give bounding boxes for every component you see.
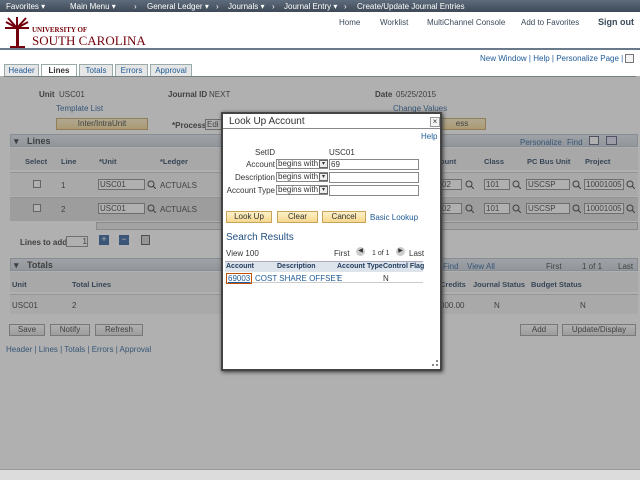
previous-page-icon[interactable]: ◀ [356,247,365,256]
home-link[interactable]: Home [339,18,360,27]
dialog-title-divider [223,128,440,129]
setid-label: SetID [254,148,275,157]
look-up-button[interactable]: Look Up [226,211,272,223]
new-window-link[interactable]: New Window [480,54,527,63]
col-description: Description [277,263,316,270]
result-account-link[interactable]: 69003 [226,273,253,284]
expand-icon[interactable] [625,54,634,63]
breadcrumb-separator: › [134,2,137,11]
tab-lines[interactable]: Lines [41,64,77,76]
favorites-menu[interactable]: Favorites ▾ [6,2,45,11]
account-search-input[interactable]: 69 [329,159,419,170]
general-ledger-menu[interactable]: General Ledger ▾ [147,2,209,11]
worklist-link[interactable]: Worklist [380,18,408,27]
result-account-type-link[interactable]: E [337,274,342,283]
tab-approval[interactable]: Approval [150,64,192,76]
col-control-flag: Control Flag [383,263,425,270]
account-type-label: Account Type [226,186,275,195]
basic-lookup-link[interactable]: Basic Lookup [370,213,418,222]
top-navigation-bar: Favorites ▾ Main Menu ▾ › General Ledger… [0,0,640,12]
account-label: Account [246,160,275,169]
account-type-search-input[interactable] [329,185,419,196]
journals-menu[interactable]: Journals ▾ [228,2,264,11]
breadcrumb-separator: › [344,2,347,11]
look-up-account-dialog: Look Up Account × Help SetID USC01 Accou… [221,112,442,371]
chevron-down-icon[interactable]: ▾ [319,173,328,181]
status-scrollbar[interactable] [0,469,640,480]
col-account: Account [226,263,254,270]
south-carolina-text: SOUTH CAROLINA [32,33,146,48]
header-divider [0,48,640,50]
help-link[interactable]: Help [533,54,549,63]
cancel-button[interactable]: Cancel [322,211,366,223]
personalize-page-link[interactable]: Personalize Page [556,54,619,63]
results-pager: 1 of 1 [372,250,390,257]
chevron-down-icon[interactable]: ▾ [319,160,328,168]
search-results-heading: Search Results [226,232,294,243]
main-menu[interactable]: Main Menu ▾ [70,2,116,11]
col-account-type: Account Type [337,263,383,270]
results-first-label: First [334,249,350,258]
tab-header[interactable]: Header [4,64,39,76]
sign-out-link[interactable]: Sign out [598,17,634,27]
tab-errors[interactable]: Errors [115,64,148,76]
close-icon[interactable]: × [430,117,440,127]
journal-entry-menu[interactable]: Journal Entry ▾ [284,2,337,11]
results-last-label: Last [409,249,425,258]
dialog-title: Look Up Account [229,116,305,127]
page-utility-links: New Window | Help | Personalize Page | [480,54,623,63]
add-to-favorites-link[interactable]: Add to Favorites [521,18,579,27]
view-100-link[interactable]: View 100 [226,249,259,258]
help-link[interactable]: Help [421,132,437,141]
link-separator: | [618,54,624,63]
multichannel-console-link[interactable]: MultiChannel Console [427,18,505,27]
tab-totals[interactable]: Totals [79,64,113,76]
palmetto-tree-icon [5,17,29,49]
breadcrumb-separator: › [216,2,219,11]
description-search-input[interactable] [329,172,419,183]
breadcrumb-separator: › [272,2,275,11]
resize-handle-icon[interactable] [432,360,438,366]
chevron-down-icon[interactable]: ▾ [319,186,328,194]
next-page-icon[interactable]: ▶ [396,247,405,256]
clear-button[interactable]: Clear [277,211,318,223]
description-label: Description [234,173,275,182]
result-control-flag: N [383,274,389,283]
result-description-link[interactable]: COST SHARE OFFSET [255,274,341,283]
setid-value: USC01 [329,148,355,157]
create-update-journal-link[interactable]: Create/Update Journal Entries [357,2,465,11]
